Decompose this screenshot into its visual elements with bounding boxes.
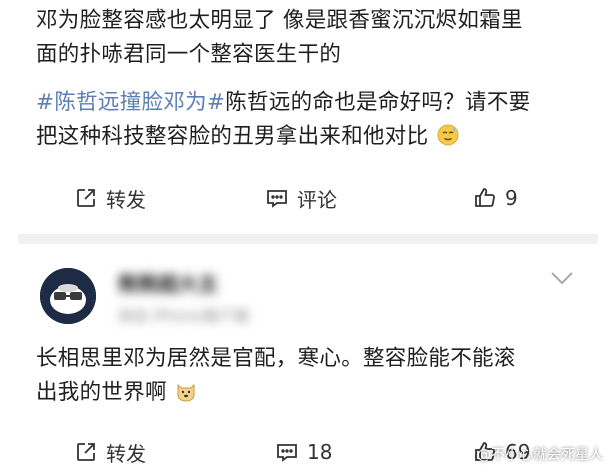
comment-meta: 来自 iPhone客户端 bbox=[118, 307, 249, 325]
post-line-4: 把这种科技整容脸的丑男拿出来和他对比 bbox=[36, 120, 596, 154]
sweat-emoji-icon bbox=[437, 124, 459, 146]
hashtag-link[interactable]: #陈哲远撞脸邓为# bbox=[36, 90, 225, 115]
repost-icon bbox=[77, 189, 95, 207]
doge-emoji-icon bbox=[177, 383, 195, 402]
repost-button-bottom[interactable]: 转发 bbox=[74, 432, 146, 472]
thumbs-up-icon bbox=[475, 188, 495, 207]
comment-label: 评论 bbox=[297, 187, 337, 212]
comment-text: 长相思里邓为居然是官配，寒心。整容脸能不能滚 出我的世界啊 bbox=[36, 342, 596, 410]
post-line-2: 面的扑哧君同一个整容医生干的 bbox=[36, 42, 342, 67]
post-line-1: 邓为脸整容感也太明显了 像是跟香蜜沉沉烬如霜里 bbox=[36, 8, 523, 33]
comment-line-1: 长相思里邓为居然是官配，寒心。整容脸能不能滚 bbox=[36, 346, 516, 371]
like-count: 9 bbox=[505, 186, 518, 210]
post-action-bar: 转发 评论 9 bbox=[0, 178, 613, 218]
avatar-image bbox=[40, 268, 96, 324]
post-line-4-text: 把这种科技整容脸的丑男拿出来和他对比 bbox=[36, 124, 429, 149]
comment-line-2: 出我的世界啊 bbox=[36, 376, 596, 410]
comment-line-2-text: 出我的世界啊 bbox=[36, 380, 167, 405]
repost-label: 转发 bbox=[106, 441, 146, 466]
post-line-3-text: 陈哲远的命也是命好吗？请不要 bbox=[225, 90, 531, 115]
repost-icon bbox=[77, 443, 95, 461]
watermark: @不小心就会死星人 bbox=[477, 444, 603, 464]
comment-icon bbox=[267, 190, 287, 208]
avatar[interactable] bbox=[40, 268, 96, 324]
like-button[interactable]: 9 bbox=[473, 178, 518, 218]
repost-label: 转发 bbox=[106, 187, 146, 212]
comment-button-bottom[interactable]: 18 bbox=[275, 432, 332, 472]
section-divider bbox=[18, 234, 598, 244]
repost-button[interactable]: 转发 bbox=[74, 178, 146, 218]
username[interactable]: 熊熊超大主 bbox=[118, 268, 218, 297]
post-line-3: #陈哲远撞脸邓为#陈哲远的命也是命好吗？请不要 bbox=[36, 86, 596, 120]
comment-count: 18 bbox=[307, 440, 333, 464]
watermark-text: @不小心就会死星人 bbox=[477, 447, 603, 463]
comment-icon bbox=[277, 444, 297, 462]
chevron-down-icon[interactable] bbox=[549, 268, 575, 288]
post-text: 邓为脸整容感也太明显了 像是跟香蜜沉沉烬如霜里 面的扑哧君同一个整容医生干的 #… bbox=[36, 4, 596, 154]
comment-button[interactable]: 评论 bbox=[265, 178, 337, 218]
